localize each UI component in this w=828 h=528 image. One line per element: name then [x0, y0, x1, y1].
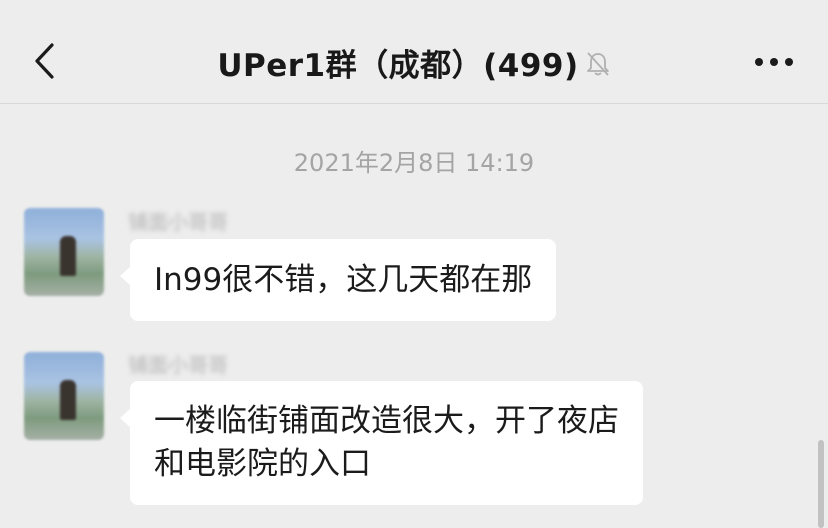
message-text-line: 一楼临街铺面改造很大，开了夜店 — [154, 403, 619, 439]
message-bubble[interactable]: In99很不错，这几天都在那 — [119, 239, 557, 321]
chat-title: UPer1群（成都）(499) — [217, 47, 579, 84]
more-button[interactable] — [750, 44, 798, 80]
scrollbar[interactable] — [818, 440, 824, 528]
message-timestamp: 2021年2月8日 14:19 — [293, 149, 535, 177]
title-area: UPer1群（成都）(499) — [0, 38, 828, 86]
chat-header: UPer1群（成都）(499) — [0, 0, 828, 104]
bell-muted-icon — [585, 50, 611, 78]
sender-name: 铺面小哥哥 — [128, 353, 228, 377]
message-bubble[interactable]: 一楼临街铺面改造很大，开了夜店 和电影院的入口 — [120, 381, 643, 505]
message-text: In99很不错，这几天都在那 — [154, 261, 533, 298]
message-text-line: 和电影院的入口 — [154, 446, 371, 482]
more-dots-icon — [755, 58, 793, 66]
avatar[interactable] — [24, 208, 104, 296]
sender-name: 铺面小哥哥 — [128, 210, 228, 234]
avatar[interactable] — [24, 352, 104, 440]
